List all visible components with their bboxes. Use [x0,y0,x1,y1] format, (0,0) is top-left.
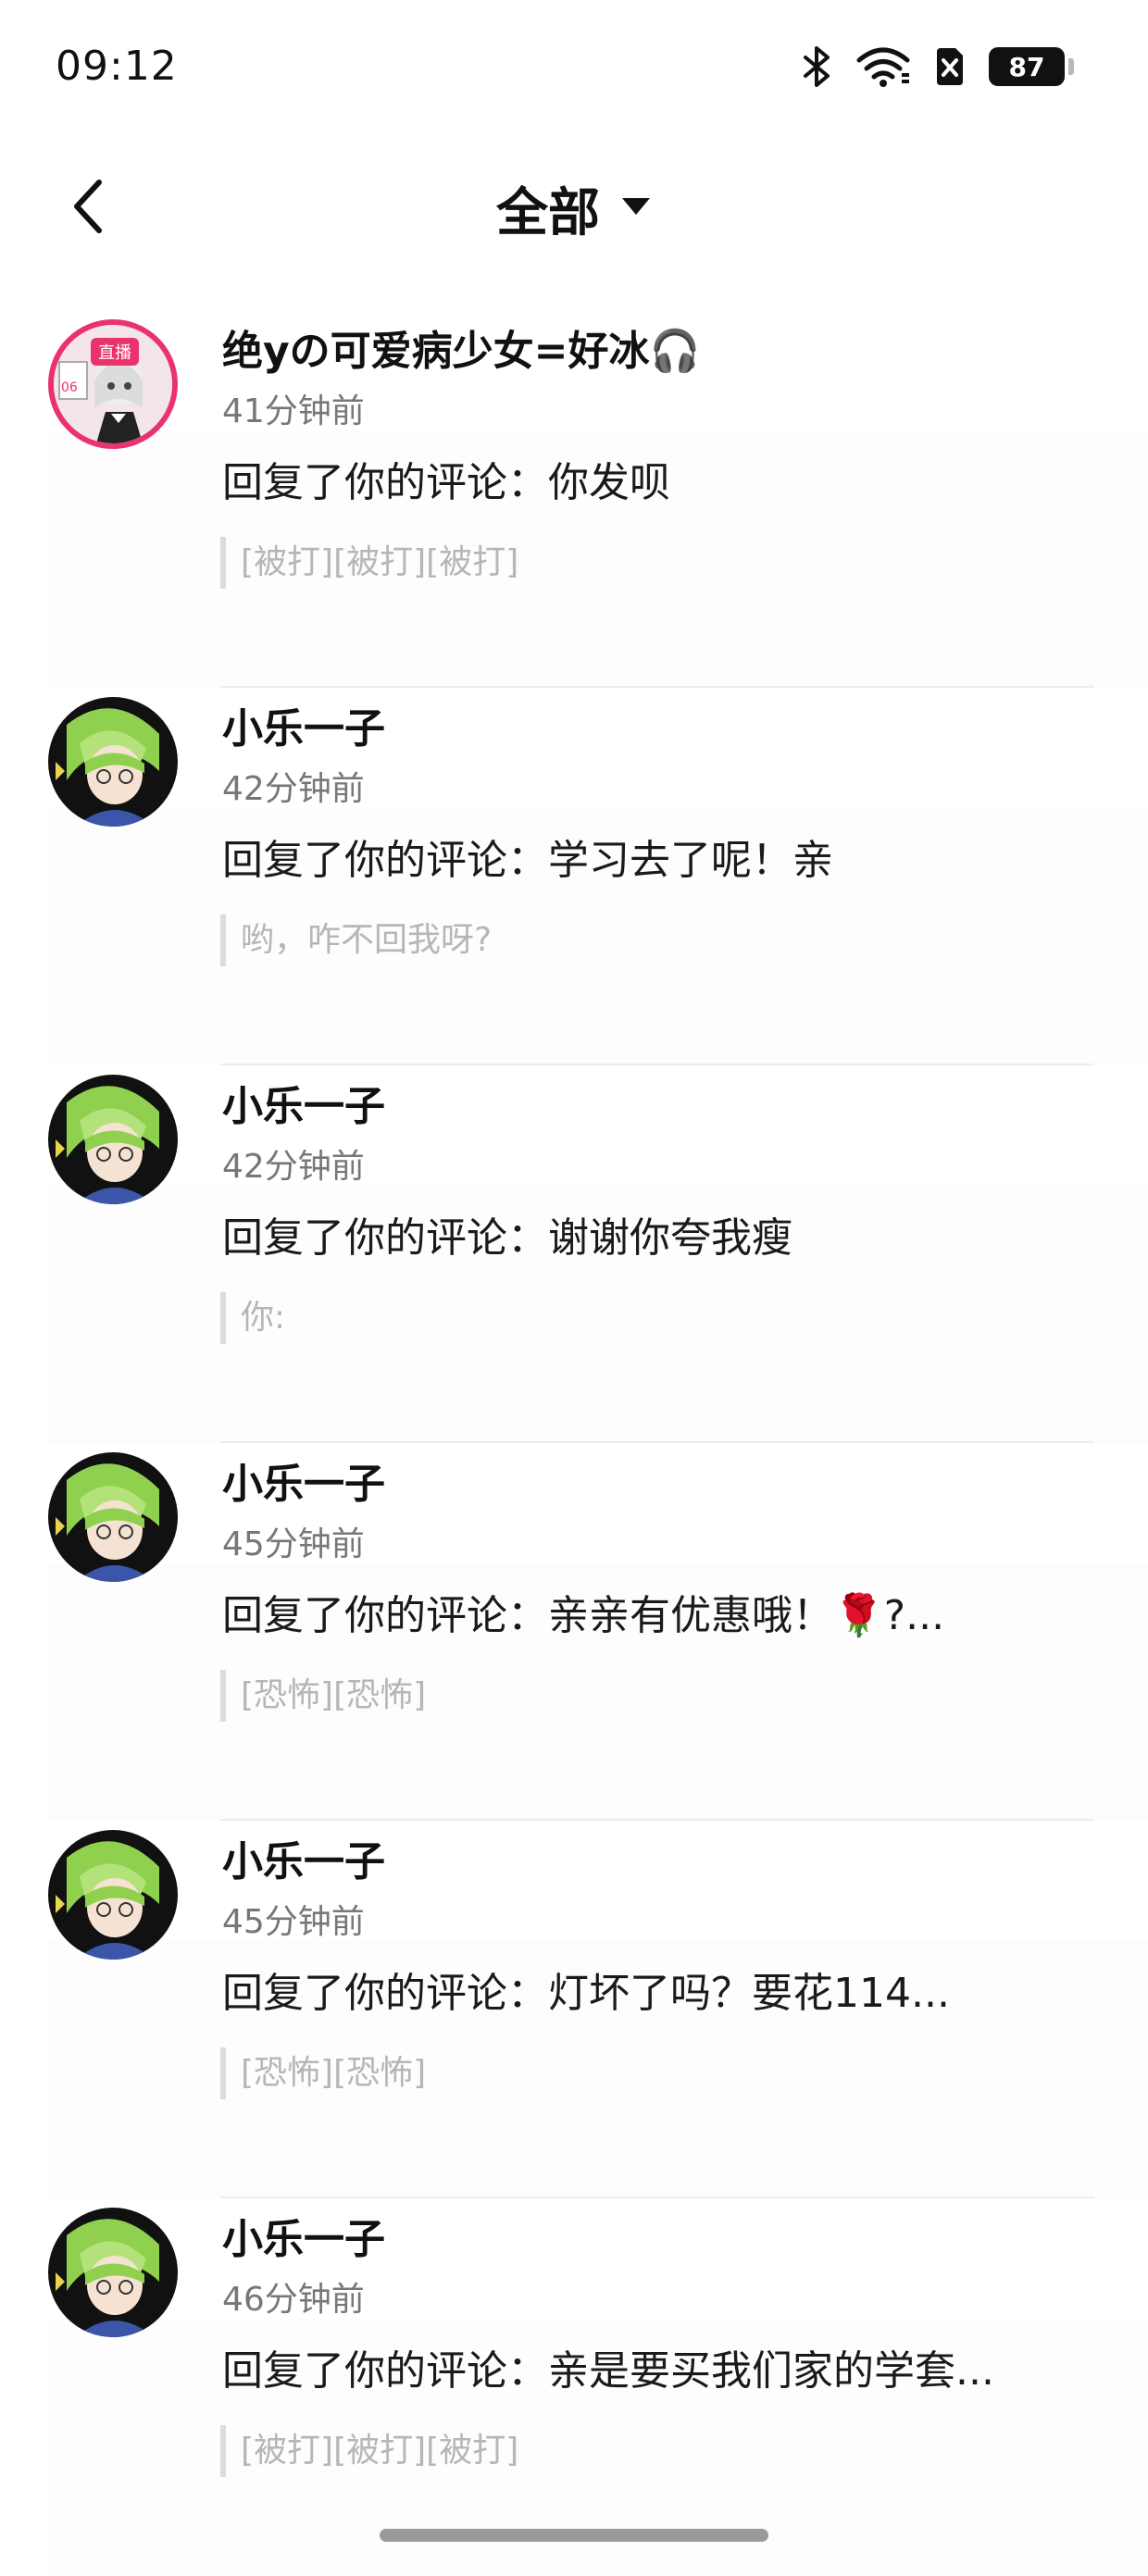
avatar-image [48,2208,178,2337]
username[interactable]: 小乐一子 [222,2206,385,2265]
quoted-comment: 你: [220,1292,285,1344]
reply-text: 回复了你的评论：谢谢你夸我瘦 [222,1214,792,1262]
wifi-icon [855,45,911,88]
reply-text: 回复了你的评论：亲亲有优惠哦！🌹?... [222,1592,945,1639]
status-time: 09:12 [56,43,178,90]
svg-text:06: 06 [61,380,78,395]
avatar-image [48,1075,178,1204]
sim-off-icon [933,46,967,87]
username[interactable]: 小乐一子 [222,1828,385,1887]
quoted-comment: [被打][被打][被打] [220,2425,518,2477]
notification-list: 06 直播 绝yの可爱病少女=好冰🎧 41分钟前 回复了你的评论：你发呗 [被打… [0,310,1148,2576]
list-item[interactable]: 06 直播 绝yの可爱病少女=好冰🎧 41分钟前 回复了你的评论：你发呗 [被打… [0,310,1148,688]
list-item[interactable]: 小乐一子 46分钟前 回复了你的评论：亲是要买我们家的学套... [被打][被打… [0,2198,1148,2576]
avatar[interactable] [48,1830,178,1960]
list-item[interactable]: 小乐一子 42分钟前 回复了你的评论：谢谢你夸我瘦 你: [0,1065,1148,1443]
avatar[interactable] [48,1075,178,1204]
list-item[interactable]: 小乐一子 42分钟前 回复了你的评论：学习去了呢！亲 哟，咋不回我呀? [0,688,1148,1065]
avatar[interactable] [48,2208,178,2337]
battery-cap [1068,58,1074,75]
timestamp: 45分钟前 [222,1903,365,1941]
quoted-comment: [被打][被打][被打] [220,537,518,589]
status-bar: 09:12 87 [0,0,1148,139]
avatar[interactable]: 06 直播 [48,319,178,449]
home-indicator[interactable] [380,2529,768,2542]
avatar-image [48,1830,178,1960]
header: 全部 [0,139,1148,278]
battery-icon: 87 [989,47,1074,86]
live-badge: 直播 [91,338,139,366]
username[interactable]: 小乐一子 [222,1450,385,1510]
filter-dropdown[interactable]: 全部 [0,167,1148,250]
avatar-image [48,697,178,827]
avatar-image [48,1452,178,1582]
timestamp: 46分钟前 [222,2281,365,2319]
status-icons: 87 [802,41,1074,93]
list-item[interactable]: 小乐一子 45分钟前 回复了你的评论：亲亲有优惠哦！🌹?... [恐怖][恐怖] [0,1443,1148,1821]
battery-level: 87 [1008,51,1045,82]
timestamp: 41分钟前 [222,392,365,430]
list-item[interactable]: 小乐一子 45分钟前 回复了你的评论：灯坏了吗？要花114... [恐怖][恐怖… [0,1821,1148,2198]
quoted-comment: 哟，咋不回我呀? [220,915,492,966]
timestamp: 45分钟前 [222,1525,365,1563]
reply-text: 回复了你的评论：学习去了呢！亲 [222,837,833,884]
username[interactable]: 绝yの可爱病少女=好冰🎧 [222,317,700,377]
page-title: 全部 [496,182,600,243]
username[interactable]: 小乐一子 [222,1073,385,1132]
reply-text: 回复了你的评论：灯坏了吗？要花114... [222,1970,950,2017]
avatar[interactable] [48,697,178,827]
username[interactable]: 小乐一子 [222,695,385,754]
avatar[interactable] [48,1452,178,1582]
caret-down-icon [620,196,652,220]
reply-text: 回复了你的评论：你发呗 [222,459,670,506]
reply-text: 回复了你的评论：亲是要买我们家的学套... [222,2347,994,2395]
quoted-comment: [恐怖][恐怖] [220,2047,426,2099]
timestamp: 42分钟前 [222,770,365,808]
timestamp: 42分钟前 [222,1148,365,1186]
bluetooth-icon [802,44,833,89]
quoted-comment: [恐怖][恐怖] [220,1670,426,1722]
